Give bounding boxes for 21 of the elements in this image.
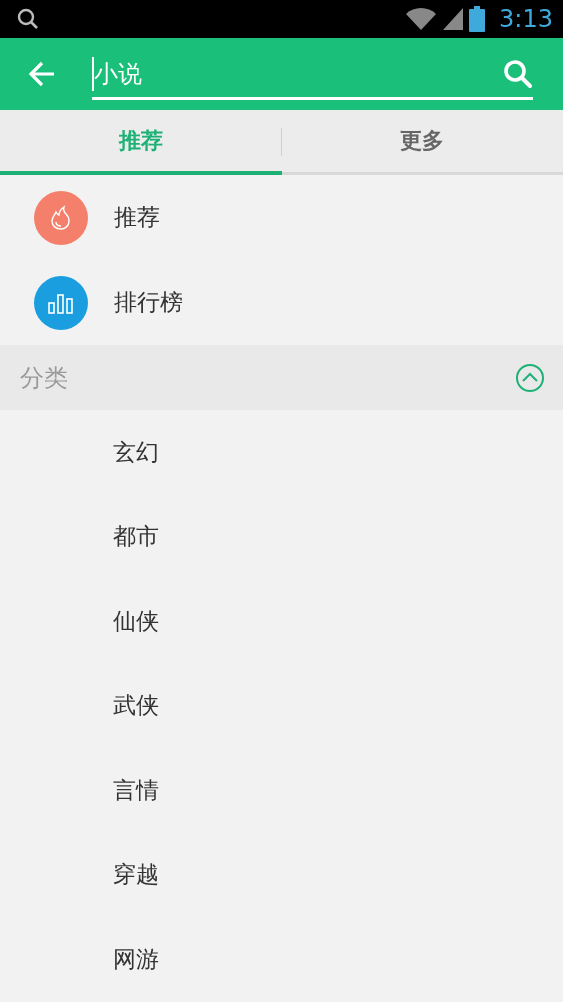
category-item[interactable]: 武侠	[113, 690, 159, 722]
search-icon	[16, 7, 40, 31]
tab[interactable]: 更多	[281, 110, 563, 175]
section-title: 分类	[20, 362, 68, 394]
icon-badge[interactable]	[34, 275, 88, 330]
icon-badge[interactable]	[34, 190, 88, 245]
battery-icon	[469, 6, 486, 32]
wifi-icon	[405, 7, 438, 31]
category-item[interactable]: 穿越	[113, 859, 159, 891]
signal-icon	[443, 8, 464, 30]
category-item[interactable]: 玄幻	[113, 436, 159, 468]
menu-item[interactable]: 推荐	[114, 202, 160, 233]
collapse-button[interactable]	[515, 362, 545, 393]
search-icon[interactable]	[503, 58, 533, 89]
menu-item[interactable]: 排行榜	[114, 287, 183, 318]
status-time: 3:13	[499, 5, 553, 33]
category-item[interactable]: 仙侠	[113, 605, 159, 637]
category-item[interactable]: 都市	[113, 521, 159, 553]
back-arrow-icon[interactable]	[28, 61, 56, 87]
category-item[interactable]: 网游	[113, 943, 159, 975]
category-item[interactable]: 言情	[113, 774, 159, 806]
